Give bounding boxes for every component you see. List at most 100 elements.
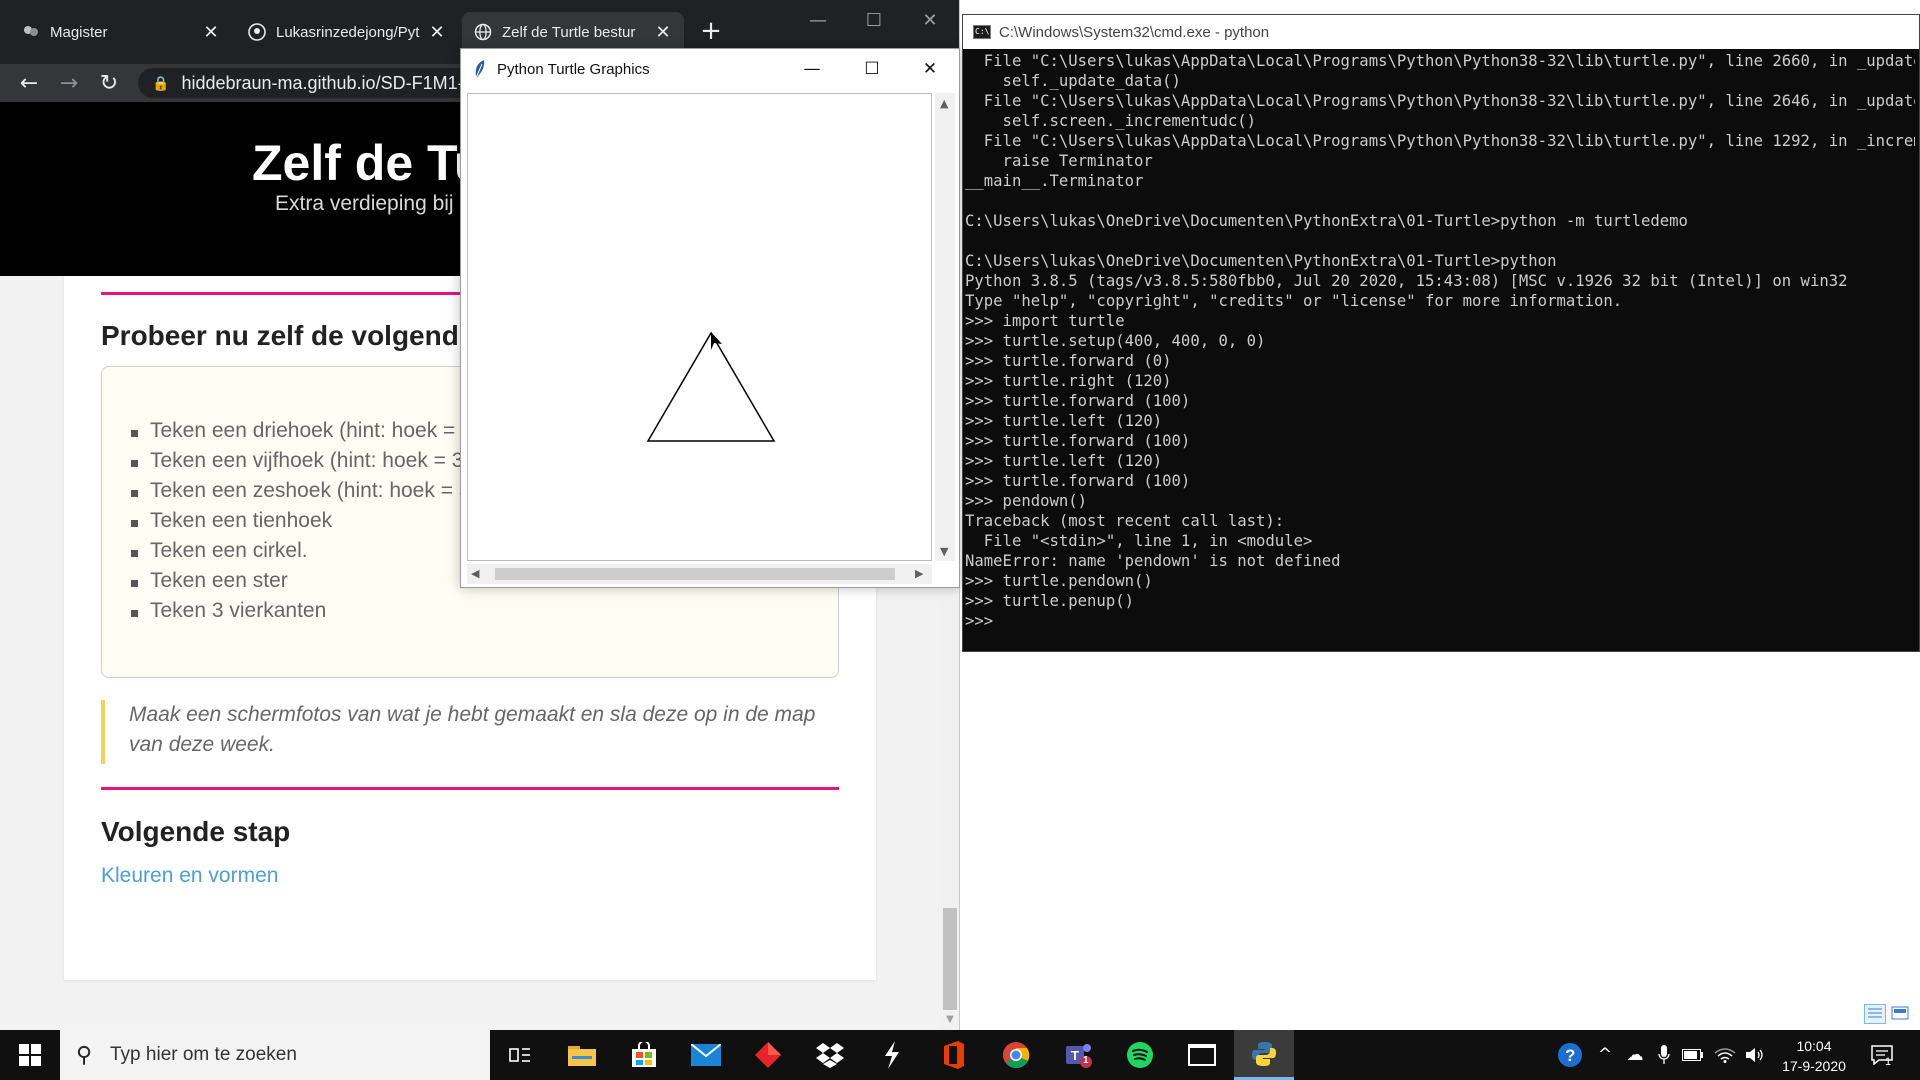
forward-icon[interactable]: →	[54, 68, 84, 98]
tab-magister[interactable]: Magister ✕	[10, 12, 232, 52]
maximize-icon[interactable]: ☐	[852, 6, 896, 34]
github-icon	[248, 23, 266, 41]
url-text: hiddebraun-ma.github.io/SD-F1M1-I	[181, 72, 469, 93]
list-item: Teken een zeshoek (hint: hoek = 36	[130, 479, 482, 509]
taskbar-search[interactable]: ⚲ Typ hier om te zoeken	[60, 1030, 490, 1080]
preview-view-icon[interactable]	[1890, 1004, 1912, 1024]
close-tab-icon[interactable]: ✕	[654, 22, 672, 43]
console-line: File "<stdin>", line 1, in <module>	[965, 532, 1313, 550]
details-view-icon[interactable]	[1864, 1004, 1886, 1024]
scroll-down-icon[interactable]: ▼	[944, 1014, 956, 1025]
scroll-left-icon[interactable]: ◀	[471, 567, 479, 580]
cmd-title-bar: C:\ C:\Windows\System32\cmd.exe - python	[963, 15, 1919, 49]
console-line: NameError: name 'pendown' is not defined	[965, 552, 1341, 570]
scroll-thumb[interactable]	[943, 908, 957, 1010]
console-line: C:\Users\lukas\OneDrive\Documenten\Pytho…	[965, 212, 1688, 230]
cloud-icon[interactable]: ☁	[1620, 1030, 1650, 1080]
maximize-icon[interactable]: ☐	[857, 55, 887, 83]
turtle-drawing	[646, 331, 776, 442]
console-line: >>>	[965, 612, 1003, 630]
notification-icon[interactable]: 1	[1862, 1030, 1902, 1080]
vertical-scrollbar[interactable]: ▲ ▼	[935, 93, 955, 561]
tab-turtle[interactable]: Zelf de Turtle bestur ✕	[462, 12, 684, 52]
console-line: C:\Users\lukas\OneDrive\Documenten\Pytho…	[965, 252, 1557, 270]
search-icon: ⚲	[76, 1042, 93, 1067]
turtle-cursor-icon	[711, 332, 722, 350]
console-line: >>> pendown()	[965, 492, 1088, 510]
office-icon[interactable]	[924, 1030, 984, 1080]
help-icon[interactable]: ?	[1550, 1030, 1590, 1080]
horizontal-scrollbar[interactable]: ◀ ▶	[467, 564, 932, 584]
mail-icon[interactable]	[676, 1030, 736, 1080]
tab-label: Zelf de Turtle bestur	[502, 23, 636, 41]
cmd-title: C:\Windows\System32\cmd.exe - python	[999, 23, 1270, 41]
notification-count: 1	[1885, 1056, 1892, 1068]
clock[interactable]: 10:04 17-9-2020	[1772, 1036, 1856, 1076]
scroll-up-icon[interactable]: ▲	[940, 97, 948, 110]
task-view-icon[interactable]	[490, 1030, 550, 1080]
teams-badge: 1	[1083, 1055, 1089, 1066]
red-app-icon[interactable]	[738, 1030, 798, 1080]
chrome-icon[interactable]	[986, 1030, 1046, 1080]
scroll-down-icon[interactable]: ▼	[940, 545, 948, 558]
taskbar: ⚲ Typ hier om te zoeken T 1 ? ^ ☁ 10:04 …	[0, 1030, 1920, 1080]
battery-icon[interactable]	[1678, 1030, 1708, 1080]
console-line: >>> turtle.penup()	[965, 592, 1134, 610]
minimize-icon[interactable]: —	[796, 6, 840, 34]
close-window-icon[interactable]: ✕	[908, 6, 952, 34]
spotify-icon[interactable]	[1110, 1030, 1170, 1080]
console-line: >>> turtle.left (120)	[965, 412, 1163, 430]
close-tab-icon[interactable]: ✕	[202, 22, 220, 43]
console-line: self._update_data()	[965, 72, 1181, 90]
list-item: Teken een cirkel.	[130, 539, 482, 569]
chevron-up-icon[interactable]: ^	[1592, 1030, 1618, 1080]
reload-icon[interactable]: ↻	[94, 68, 124, 98]
globe-icon	[474, 23, 492, 41]
site-title: Zelf de Tu	[252, 135, 485, 191]
console-line: File "C:\Users\lukas\AppData\Local\Progr…	[965, 132, 1915, 150]
close-tab-icon[interactable]: ✕	[428, 22, 446, 43]
clock-time: 10:04	[1796, 1038, 1832, 1054]
flash-app-icon[interactable]	[862, 1030, 922, 1080]
section-divider	[101, 787, 839, 790]
list-item: Teken een vijfhoek (hint: hoek = 36	[130, 449, 482, 479]
exercise-heading: Probeer nu zelf de volgende	[101, 320, 475, 351]
console-line: Type "help", "copyright", "credits" or "…	[965, 292, 1623, 310]
clock-date: 17-9-2020	[1782, 1058, 1846, 1074]
scroll-thumb[interactable]	[495, 568, 895, 580]
start-button[interactable]	[0, 1030, 60, 1080]
magister-icon	[22, 23, 40, 41]
file-explorer-icon[interactable]	[552, 1030, 612, 1080]
lock-icon: 🔒	[152, 74, 170, 91]
list-item: Teken 3 vierkanten	[130, 599, 482, 629]
cmd-icon: C:\	[973, 25, 991, 39]
scroll-right-icon[interactable]: ▶	[915, 567, 923, 580]
teams-icon[interactable]: T 1	[1048, 1030, 1108, 1080]
volume-icon[interactable]	[1740, 1030, 1770, 1080]
console-line: File "C:\Users\lukas\AppData\Local\Progr…	[965, 92, 1915, 110]
terminal-icon[interactable]	[1172, 1030, 1232, 1080]
console-line: raise Terminator	[965, 152, 1153, 170]
new-tab-button[interactable]: +	[696, 16, 726, 46]
svg-text:?: ?	[1565, 1046, 1575, 1065]
tab-label: Magister	[50, 23, 108, 41]
microphone-icon[interactable]	[1652, 1030, 1676, 1080]
turtle-canvas[interactable]	[467, 93, 932, 561]
python-icon[interactable]	[1234, 1030, 1294, 1080]
dropbox-icon[interactable]	[800, 1030, 860, 1080]
tab-github[interactable]: Lukasrinzedejong/Pyt ✕	[236, 12, 458, 52]
console-line: >>> import turtle	[965, 312, 1125, 330]
wifi-icon[interactable]	[1710, 1030, 1740, 1080]
store-icon[interactable]	[614, 1030, 674, 1080]
next-step-link[interactable]: Kleuren en vormen	[101, 864, 278, 888]
cmd-output[interactable]: File "C:\Users\lukas\AppData\Local\Progr…	[965, 51, 1915, 651]
minimize-icon[interactable]: —	[797, 55, 827, 83]
cmd-window: C:\ C:\Windows\System32\cmd.exe - python…	[962, 14, 1920, 652]
search-placeholder: Typ hier om te zoeken	[110, 1044, 297, 1065]
console-line: >>> turtle.forward (100)	[965, 392, 1191, 410]
turtle-graphics-window: Python Turtle Graphics — ☐ ✕ ▲ ▼ ◀ ▶	[460, 48, 960, 588]
close-window-icon[interactable]: ✕	[915, 55, 945, 83]
list-item: Teken een tienhoek	[130, 509, 482, 539]
back-icon[interactable]: ←	[14, 68, 44, 98]
